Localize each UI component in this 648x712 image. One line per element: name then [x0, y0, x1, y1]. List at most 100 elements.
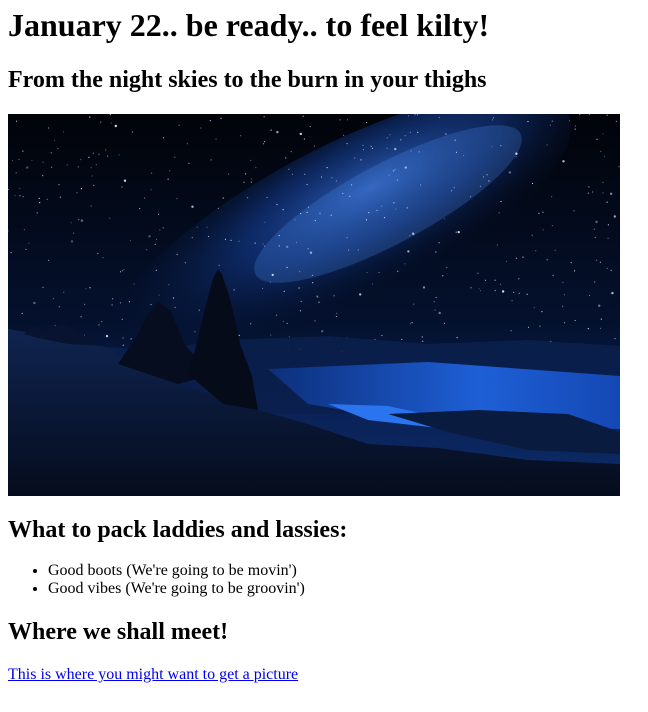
star — [302, 115, 304, 117]
star — [300, 212, 302, 215]
star — [407, 115, 410, 117]
star — [539, 325, 541, 327]
star — [551, 120, 553, 122]
star — [486, 174, 488, 176]
star — [174, 306, 176, 308]
star — [162, 137, 165, 139]
star — [66, 164, 68, 166]
star — [394, 169, 396, 171]
star — [15, 172, 17, 174]
star — [76, 192, 78, 194]
star — [531, 234, 533, 236]
star — [317, 296, 319, 298]
packing-heading: What to pack laddies and lassies: — [8, 517, 348, 543]
star — [266, 196, 268, 198]
star — [551, 225, 554, 227]
star — [479, 185, 481, 187]
star — [80, 188, 82, 190]
star — [122, 344, 124, 346]
star — [342, 192, 344, 194]
star — [380, 205, 382, 207]
star — [230, 239, 232, 241]
star — [411, 322, 413, 324]
star — [573, 210, 575, 212]
star — [602, 133, 604, 135]
picture-link[interactable]: This is where you might want to get a pi… — [8, 666, 298, 684]
star — [50, 152, 52, 154]
star — [158, 294, 160, 296]
star — [222, 197, 224, 199]
star — [371, 147, 374, 149]
star — [139, 207, 141, 210]
star — [255, 167, 257, 169]
star — [54, 324, 56, 327]
star — [434, 309, 436, 311]
star — [154, 243, 156, 245]
star — [18, 158, 20, 160]
star — [549, 124, 552, 126]
star — [602, 192, 604, 194]
star — [238, 240, 240, 242]
star — [579, 114, 581, 116]
star — [243, 181, 245, 183]
star — [446, 266, 448, 268]
star — [303, 138, 305, 140]
star — [176, 198, 178, 200]
star — [562, 281, 564, 283]
star — [501, 290, 505, 293]
star — [21, 312, 23, 315]
star — [541, 311, 543, 313]
star — [278, 234, 280, 237]
star — [410, 150, 412, 152]
star — [335, 180, 338, 182]
star — [596, 138, 598, 140]
star — [511, 300, 513, 302]
star — [306, 183, 308, 186]
star — [271, 273, 274, 277]
star — [240, 135, 242, 137]
star — [409, 131, 411, 133]
star — [316, 295, 318, 297]
star — [270, 334, 272, 336]
star — [551, 196, 553, 198]
star — [282, 209, 284, 211]
star — [307, 206, 309, 208]
star — [574, 270, 576, 272]
star — [224, 238, 226, 240]
star — [438, 242, 440, 244]
star — [129, 240, 132, 242]
star — [614, 338, 616, 340]
star — [33, 301, 36, 305]
star — [401, 338, 403, 340]
star — [285, 157, 287, 159]
star — [383, 217, 386, 219]
list-item: Good vibes (We're going to be groovin') — [48, 580, 640, 598]
star — [88, 156, 90, 158]
star — [526, 293, 528, 295]
star — [208, 235, 210, 238]
star — [336, 312, 338, 314]
star — [600, 150, 602, 153]
star — [574, 128, 576, 130]
star — [111, 304, 113, 306]
star — [594, 236, 596, 239]
star — [200, 127, 202, 129]
star — [603, 156, 606, 158]
star — [19, 187, 21, 189]
star — [321, 330, 324, 333]
meeting-heading: Where we shall meet! — [8, 619, 229, 645]
star — [599, 261, 602, 263]
star — [615, 120, 618, 122]
star — [494, 279, 496, 281]
star — [97, 252, 99, 255]
star — [90, 167, 92, 169]
star — [288, 336, 290, 338]
star — [443, 218, 445, 220]
star — [610, 269, 612, 271]
star — [123, 179, 127, 182]
star — [70, 240, 74, 243]
star — [360, 159, 362, 161]
star — [146, 249, 148, 251]
star — [421, 336, 423, 338]
star — [499, 283, 502, 285]
